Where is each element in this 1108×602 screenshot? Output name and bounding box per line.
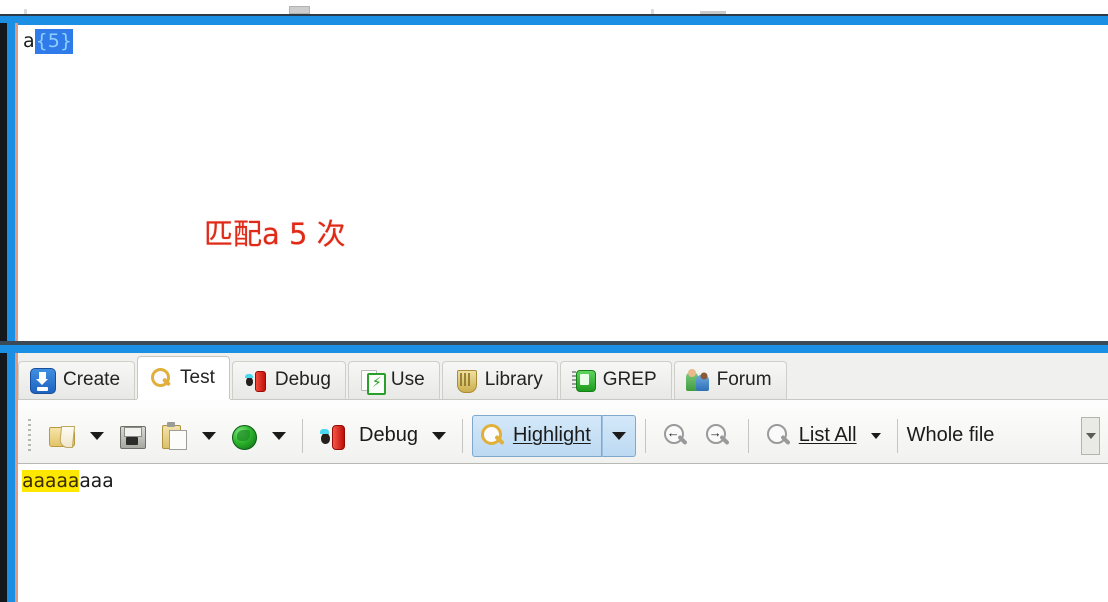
bug-debug-icon — [319, 422, 353, 450]
open-file-dropdown[interactable] — [83, 415, 111, 457]
paste-button[interactable] — [153, 415, 195, 457]
debug-button-label: Debug — [359, 424, 418, 446]
window-accent-band-top — [0, 14, 1108, 27]
toolbar-separator — [461, 418, 463, 453]
paste-dropdown[interactable] — [195, 415, 223, 457]
save-button[interactable] — [111, 415, 153, 457]
folder-open-icon — [48, 422, 76, 450]
tab-forum[interactable]: Forum — [673, 361, 787, 399]
use-page-icon: ⚡ — [360, 369, 386, 395]
test-toolbar: Debug Highlight ← → List All Whole file — [18, 408, 1108, 464]
tab-debug[interactable]: Debug — [231, 361, 346, 399]
tab-forum-label: Forum — [716, 369, 772, 390]
toolbar-overflow-button[interactable] — [1081, 416, 1100, 455]
window-accent-band-middle — [0, 345, 1108, 353]
unmatched-text: aaa — [79, 470, 114, 492]
panel-tab-bar: Create Test Debug ⚡ Use Library GREP For… — [18, 353, 1108, 400]
debug-dropdown[interactable] — [425, 415, 453, 457]
floppy-save-icon — [118, 422, 146, 450]
window-left-shadow — [0, 23, 7, 602]
chevron-down-icon — [1085, 432, 1096, 439]
chevron-down-icon — [431, 431, 446, 440]
grep-icon — [571, 369, 596, 393]
find-next-icon: → — [704, 422, 732, 450]
match-highlight: aaaaa — [22, 470, 80, 492]
tab-create-label: Create — [63, 369, 121, 390]
regex-literal: a — [23, 30, 35, 52]
tab-grep[interactable]: GREP — [559, 361, 672, 399]
magnifier-icon — [479, 422, 507, 450]
bug-debug-icon — [244, 369, 268, 393]
tab-test[interactable]: Test — [137, 356, 230, 399]
find-next-button[interactable]: → — [697, 415, 739, 457]
toolbar-separator — [302, 418, 303, 453]
list-all-label: List All — [798, 424, 857, 446]
debug-button[interactable]: Debug — [312, 415, 425, 457]
create-icon — [30, 367, 56, 394]
toolbar-separator — [747, 418, 749, 453]
clipped-icon-2 — [289, 6, 310, 14]
globe-icon — [230, 422, 258, 450]
toolbar-drag-grip[interactable] — [25, 418, 35, 453]
regex-text-line[interactable]: a{5} — [23, 29, 73, 54]
web-fetch-button[interactable] — [223, 415, 265, 457]
regex-selected-quantifier[interactable]: {5} — [34, 29, 73, 54]
app-window: a{5} 匹配a 5 次 Create Test Debug ⚡ Use Lib… — [0, 0, 1108, 602]
magnifier-icon — [149, 366, 173, 390]
list-all-button[interactable]: List All — [758, 415, 864, 457]
find-previous-button[interactable]: ← — [655, 415, 697, 457]
regex-annotation-text: 匹配a 5 次 — [204, 217, 346, 251]
find-previous-icon: ← — [662, 422, 690, 450]
library-icon — [454, 369, 478, 393]
tab-test-label: Test — [180, 366, 215, 388]
web-fetch-dropdown[interactable] — [265, 415, 293, 457]
top-clipped-toolbar — [0, 0, 1108, 14]
tab-debug-label: Debug — [274, 369, 331, 390]
toolbar-separator — [644, 418, 646, 453]
tab-use-label: Use — [390, 369, 425, 390]
chevron-down-icon — [611, 431, 626, 440]
window-left-accent — [7, 23, 15, 602]
tab-library-label: Library — [484, 369, 543, 390]
highlight-button[interactable]: Highlight — [471, 414, 602, 457]
magnifier-icon — [765, 422, 793, 450]
highlight-button-label: Highlight — [512, 424, 591, 446]
test-subject-text[interactable]: aaaaaaaa — [22, 470, 114, 492]
open-file-button[interactable] — [41, 415, 83, 457]
tab-create[interactable]: Create — [18, 361, 136, 399]
tab-library[interactable]: Library — [441, 361, 558, 399]
tab-grep-label: GREP — [602, 369, 657, 390]
list-all-dropdown[interactable] — [864, 415, 888, 457]
forum-icon — [685, 368, 710, 393]
toolbar-separator — [896, 418, 898, 453]
tab-use[interactable]: ⚡ Use — [347, 361, 440, 399]
regex-editor-pane[interactable]: a{5} 匹配a 5 次 — [18, 25, 1108, 345]
clipboard-paste-icon — [160, 421, 188, 450]
test-subject-pane[interactable]: aaaaaaaa — [18, 464, 1108, 602]
chevron-down-icon — [90, 431, 104, 440]
chevron-down-icon — [272, 431, 286, 440]
chevron-down-icon — [202, 431, 216, 440]
chevron-down-icon — [870, 432, 881, 439]
search-scope-label[interactable]: Whole file — [907, 424, 995, 447]
highlight-dropdown[interactable] — [601, 414, 636, 457]
